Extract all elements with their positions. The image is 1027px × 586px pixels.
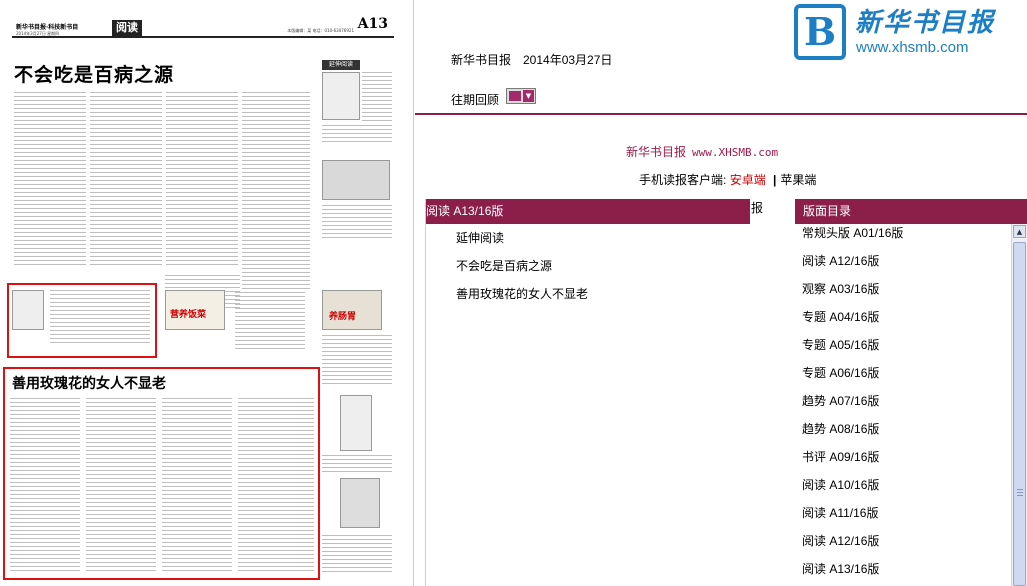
text-column bbox=[322, 535, 392, 575]
past-issues-dropdown[interactable]: ▼ bbox=[506, 88, 536, 104]
masthead-date: 2014年3月27日 星期四 bbox=[16, 31, 60, 36]
article-list-panel: 阅读 A13/16版 延伸阅读 不会吃是百病之源 善用玫瑰花的女人不显老 bbox=[425, 199, 750, 586]
directory-item[interactable]: 阅读 A12/16版 bbox=[795, 247, 1013, 275]
directory-list: 常规头版 A01/16版 阅读 A12/16版 观察 A03/16版 专题 A0… bbox=[795, 219, 1013, 583]
directory-scrollbar[interactable]: ▲ bbox=[1011, 224, 1027, 586]
mini-cover-title: 营养饭菜 bbox=[170, 310, 207, 320]
mobile-separator: | bbox=[773, 173, 777, 187]
article-link[interactable]: 善用玫瑰花的女人不显老 bbox=[426, 280, 750, 308]
text-column bbox=[322, 455, 392, 475]
brand-line: 新华书目报 www.XHSMB.com bbox=[626, 143, 778, 160]
header-divider bbox=[415, 113, 1027, 115]
text-column bbox=[86, 398, 156, 573]
text-column bbox=[362, 72, 392, 122]
directory-item[interactable]: 阅读 A13/16版 bbox=[795, 555, 1013, 583]
page-title: 新华书目报 2014年03月27日 bbox=[451, 53, 613, 67]
text-column bbox=[50, 290, 150, 345]
site-panel: B 新华书目报 www.xhsmb.com 新华书目报 2014年03月27日 … bbox=[415, 0, 1027, 586]
directory-item[interactable]: 趋势 A08/16版 bbox=[795, 415, 1013, 443]
directory-item[interactable]: 趋势 A07/16版 bbox=[795, 387, 1013, 415]
article-headline-rose[interactable]: 善用玫瑰花的女人不显老 bbox=[12, 373, 166, 393]
masthead-page-number: A13 bbox=[357, 16, 388, 32]
mobile-client-line: 手机读报客户端: 安卓端 | 苹果端 bbox=[639, 171, 816, 188]
text-column bbox=[14, 92, 86, 267]
text-column bbox=[166, 92, 238, 267]
past-issues-label: 往期回顾 bbox=[451, 93, 500, 107]
scrollbar-thumb[interactable] bbox=[1013, 242, 1026, 586]
brand-line-name: 新华书目报 bbox=[626, 145, 687, 159]
article-panel-title: 阅读 A13/16版 bbox=[426, 204, 504, 218]
directory-title: 版面目录 bbox=[803, 204, 852, 218]
directory-item[interactable]: 专题 A06/16版 bbox=[795, 359, 1013, 387]
brand-line-url[interactable]: www.XHSMB.com bbox=[692, 146, 778, 159]
android-client-link[interactable]: 安卓端 bbox=[730, 173, 766, 187]
page-directory-panel: 版面目录 常规头版 A01/16版 阅读 A12/16版 观察 A03/16版 … bbox=[795, 199, 1027, 586]
text-column bbox=[322, 335, 392, 385]
scrollbar-grip-icon bbox=[1017, 489, 1023, 497]
book-cover-image bbox=[340, 478, 380, 528]
directory-item[interactable]: 常规头版 A01/16版 bbox=[795, 219, 1013, 247]
directory-item[interactable]: 阅读 A12/16版 bbox=[795, 527, 1013, 555]
text-column bbox=[10, 398, 80, 573]
directory-item[interactable]: 专题 A04/16版 bbox=[795, 303, 1013, 331]
directory-item[interactable]: 专题 A05/16版 bbox=[795, 331, 1013, 359]
directory-item[interactable]: 观察 A03/16版 bbox=[795, 275, 1013, 303]
directory-item[interactable]: 书评 A09/16版 bbox=[795, 443, 1013, 471]
sidebar-tag: 延伸阅读 bbox=[322, 60, 360, 70]
book-cover-image bbox=[12, 290, 44, 330]
calendar-icon bbox=[509, 91, 521, 101]
text-column bbox=[235, 292, 305, 352]
mini-cover-title: 养肠胃 bbox=[329, 312, 357, 322]
masthead-brand: 新华书目报·科技新书目 bbox=[16, 24, 79, 31]
article-link[interactable]: 延伸阅读 bbox=[426, 224, 750, 252]
truncated-text: 报 bbox=[751, 201, 764, 215]
directory-item[interactable]: 阅读 A10/16版 bbox=[795, 471, 1013, 499]
article-list: 延伸阅读 不会吃是百病之源 善用玫瑰花的女人不显老 bbox=[426, 224, 750, 308]
text-column bbox=[322, 205, 392, 240]
newspaper-masthead: 新华书目报·科技新书目 2014年3月27日 星期四 阅读 本版编辑：某 电话：… bbox=[12, 16, 394, 38]
scroll-up-icon[interactable]: ▲ bbox=[1013, 225, 1026, 238]
site-logo-icon[interactable]: B bbox=[794, 4, 846, 60]
text-column bbox=[162, 398, 232, 573]
site-logo-url[interactable]: www.xhsmb.com bbox=[856, 39, 969, 56]
site-logo-name[interactable]: 新华书目报 bbox=[855, 2, 995, 39]
mobile-client-label: 手机读报客户端: bbox=[639, 173, 727, 187]
book-cover-image: 营养饭菜 bbox=[165, 290, 225, 330]
masthead-section-tag: 阅读 bbox=[112, 20, 142, 36]
text-column bbox=[90, 92, 162, 267]
food-image bbox=[322, 160, 390, 200]
apple-client-link[interactable]: 苹果端 bbox=[780, 173, 816, 187]
text-column bbox=[238, 398, 314, 573]
text-column bbox=[322, 125, 392, 145]
article-headline-main[interactable]: 不会吃是百病之源 bbox=[14, 60, 174, 87]
masthead-meta: 本版编辑：某 电话：010-63076921 bbox=[287, 28, 354, 33]
directory-item[interactable]: 阅读 A11/16版 bbox=[795, 499, 1013, 527]
article-link[interactable]: 不会吃是百病之源 bbox=[426, 252, 750, 280]
article-panel-header: 阅读 A13/16版 bbox=[426, 199, 750, 224]
newspaper-page-image[interactable]: 新华书目报·科技新书目 2014年3月27日 星期四 阅读 本版编辑：某 电话：… bbox=[0, 0, 414, 586]
book-cover-image bbox=[340, 395, 372, 451]
chevron-down-icon[interactable]: ▼ bbox=[523, 90, 534, 102]
book-cover-image: 养肠胃 bbox=[322, 290, 382, 330]
book-cover-image bbox=[322, 72, 360, 120]
text-column bbox=[242, 92, 310, 292]
